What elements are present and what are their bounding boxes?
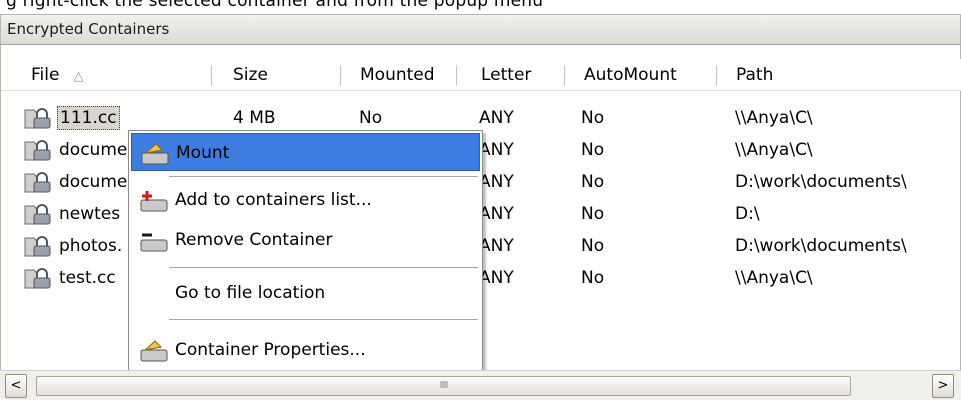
automount-cell: No	[581, 268, 605, 288]
mounted-cell: No	[359, 108, 383, 128]
file-cell: docume	[21, 169, 129, 195]
file-name: docume	[59, 172, 128, 192]
menu-item-go-to-label: Go to file location	[175, 283, 326, 303]
sort-ascending-icon: △	[73, 69, 84, 84]
column-header-path[interactable]: Path	[714, 59, 773, 91]
column-divider[interactable]	[456, 65, 457, 86]
menu-separator	[169, 319, 478, 321]
menu-separator	[169, 176, 478, 178]
menu-item-go-to-file-location[interactable]: Go to file location	[131, 274, 480, 312]
path-cell: D:\	[735, 204, 760, 224]
file-name: docume	[59, 140, 128, 160]
menu-separator	[169, 267, 478, 269]
file-name: test.cc	[59, 268, 116, 288]
horizontal-scrollbar[interactable]: < IIII >	[0, 370, 961, 400]
letter-cell: ANY	[479, 204, 514, 224]
column-header-file[interactable]: File △	[9, 59, 83, 91]
menu-item-add-to-containers-list[interactable]: Add to containers list...	[131, 181, 480, 219]
path-cell: D:\work\documents\	[735, 236, 907, 256]
context-menu: Mount Add to containers list... Remove C…	[128, 130, 483, 382]
container-file-icon	[24, 268, 51, 289]
path-cell: D:\work\documents\	[735, 172, 907, 192]
column-header-letter[interactable]: Letter	[459, 59, 531, 91]
scrollbar-grip-icon: IIII	[439, 380, 449, 391]
size-cell: 4 MB	[233, 108, 276, 128]
menu-item-remove-container[interactable]: Remove Container	[131, 221, 480, 259]
table-row[interactable]: 111.cc 4 MB No ANY No \\Anya\C\	[1, 105, 961, 131]
container-file-icon	[24, 140, 51, 161]
letter-cell: ANY	[479, 268, 514, 288]
container-file-icon	[24, 204, 51, 225]
panel-title: Encrypted Containers	[7, 20, 170, 38]
scroll-right-button[interactable]: >	[932, 374, 954, 398]
column-header-size-label: Size	[233, 65, 268, 85]
caption-strip: g right-click the selected container and…	[0, 0, 961, 14]
column-header-mounted[interactable]: Mounted	[338, 59, 435, 91]
file-name: 111.cc	[57, 106, 120, 130]
column-header-automount[interactable]: AutoMount	[562, 59, 677, 91]
automount-cell: No	[581, 204, 605, 224]
column-header-mounted-label: Mounted	[360, 65, 435, 85]
file-cell: newtes	[21, 201, 122, 227]
column-header-size[interactable]: Size	[211, 59, 268, 91]
menu-item-properties-label: Container Properties...	[175, 340, 366, 360]
file-name: photos.	[59, 236, 123, 256]
panel-header: Encrypted Containers	[0, 14, 961, 45]
scrollbar-thumb[interactable]: IIII	[36, 376, 851, 396]
properties-icon	[140, 340, 168, 362]
menu-item-mount[interactable]: Mount	[131, 133, 480, 171]
container-file-icon	[24, 236, 51, 257]
caption-text: g right-click the selected container and…	[6, 0, 544, 11]
remove-container-icon	[140, 233, 168, 252]
letter-cell: ANY	[479, 140, 514, 160]
automount-cell: No	[581, 236, 605, 256]
add-container-icon	[140, 191, 168, 212]
automount-cell: No	[581, 108, 605, 128]
chevron-left-icon: <	[10, 378, 22, 393]
menu-item-container-properties[interactable]: Container Properties...	[131, 331, 480, 369]
column-header-automount-label: AutoMount	[584, 65, 677, 85]
automount-cell: No	[581, 140, 605, 160]
letter-cell: ANY	[479, 236, 514, 256]
file-cell: test.cc	[21, 265, 118, 291]
menu-item-remove-label: Remove Container	[175, 230, 333, 250]
menu-item-mount-label: Mount	[176, 143, 230, 163]
column-header-row: File △ Size Mounted Letter AutoMount Path	[1, 59, 961, 91]
container-file-icon	[24, 172, 51, 193]
file-cell: docume	[21, 137, 129, 163]
column-header-path-label: Path	[736, 65, 774, 85]
mount-icon	[141, 143, 169, 165]
chevron-right-icon: >	[937, 378, 949, 393]
path-cell: \\Anya\C\	[735, 108, 813, 128]
letter-cell: ANY	[479, 108, 514, 128]
path-cell: \\Anya\C\	[735, 268, 813, 288]
file-cell: photos.	[21, 233, 124, 259]
menu-item-add-label: Add to containers list...	[175, 190, 372, 210]
file-name: newtes	[59, 204, 121, 224]
container-file-icon	[24, 108, 51, 129]
scroll-left-button[interactable]: <	[5, 374, 27, 398]
column-header-file-label: File	[31, 65, 60, 85]
automount-cell: No	[581, 172, 605, 192]
path-cell: \\Anya\C\	[735, 140, 813, 160]
letter-cell: ANY	[479, 172, 514, 192]
file-cell: 111.cc	[21, 105, 120, 131]
column-header-letter-label: Letter	[481, 65, 532, 85]
